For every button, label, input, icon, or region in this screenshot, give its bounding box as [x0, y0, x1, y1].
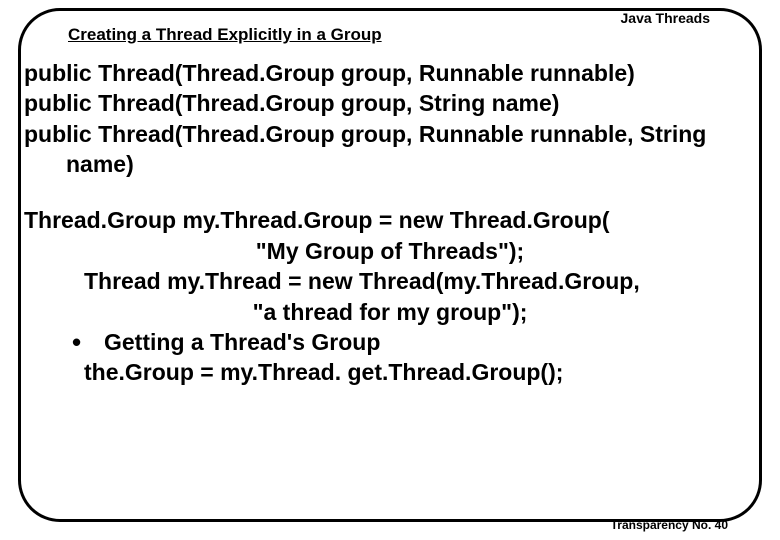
bullet-getting-group: Getting a Thread's Group — [24, 327, 756, 357]
example-line-1: Thread.Group my.Thread.Group = new Threa… — [24, 205, 756, 235]
spacer — [24, 179, 756, 205]
signature-3: public Thread(Thread.Group group, Runnab… — [24, 119, 756, 180]
example-line-1b: "My Group of Threads"); — [24, 236, 756, 266]
example-line-2: Thread my.Thread = new Thread(my.Thread.… — [24, 266, 756, 296]
footer-label: Transparency No. 40 — [611, 518, 728, 532]
example-line-2b: "a thread for my group"); — [24, 297, 756, 327]
example-line-3: the.Group = my.Thread. get.Thread.Group(… — [24, 357, 756, 387]
signature-1: public Thread(Thread.Group group, Runnab… — [24, 58, 756, 88]
header-topic: Java Threads — [621, 10, 711, 26]
slide-content: public Thread(Thread.Group group, Runnab… — [18, 58, 762, 388]
slide-title: Creating a Thread Explicitly in a Group — [68, 25, 382, 45]
signature-2: public Thread(Thread.Group group, String… — [24, 88, 756, 118]
